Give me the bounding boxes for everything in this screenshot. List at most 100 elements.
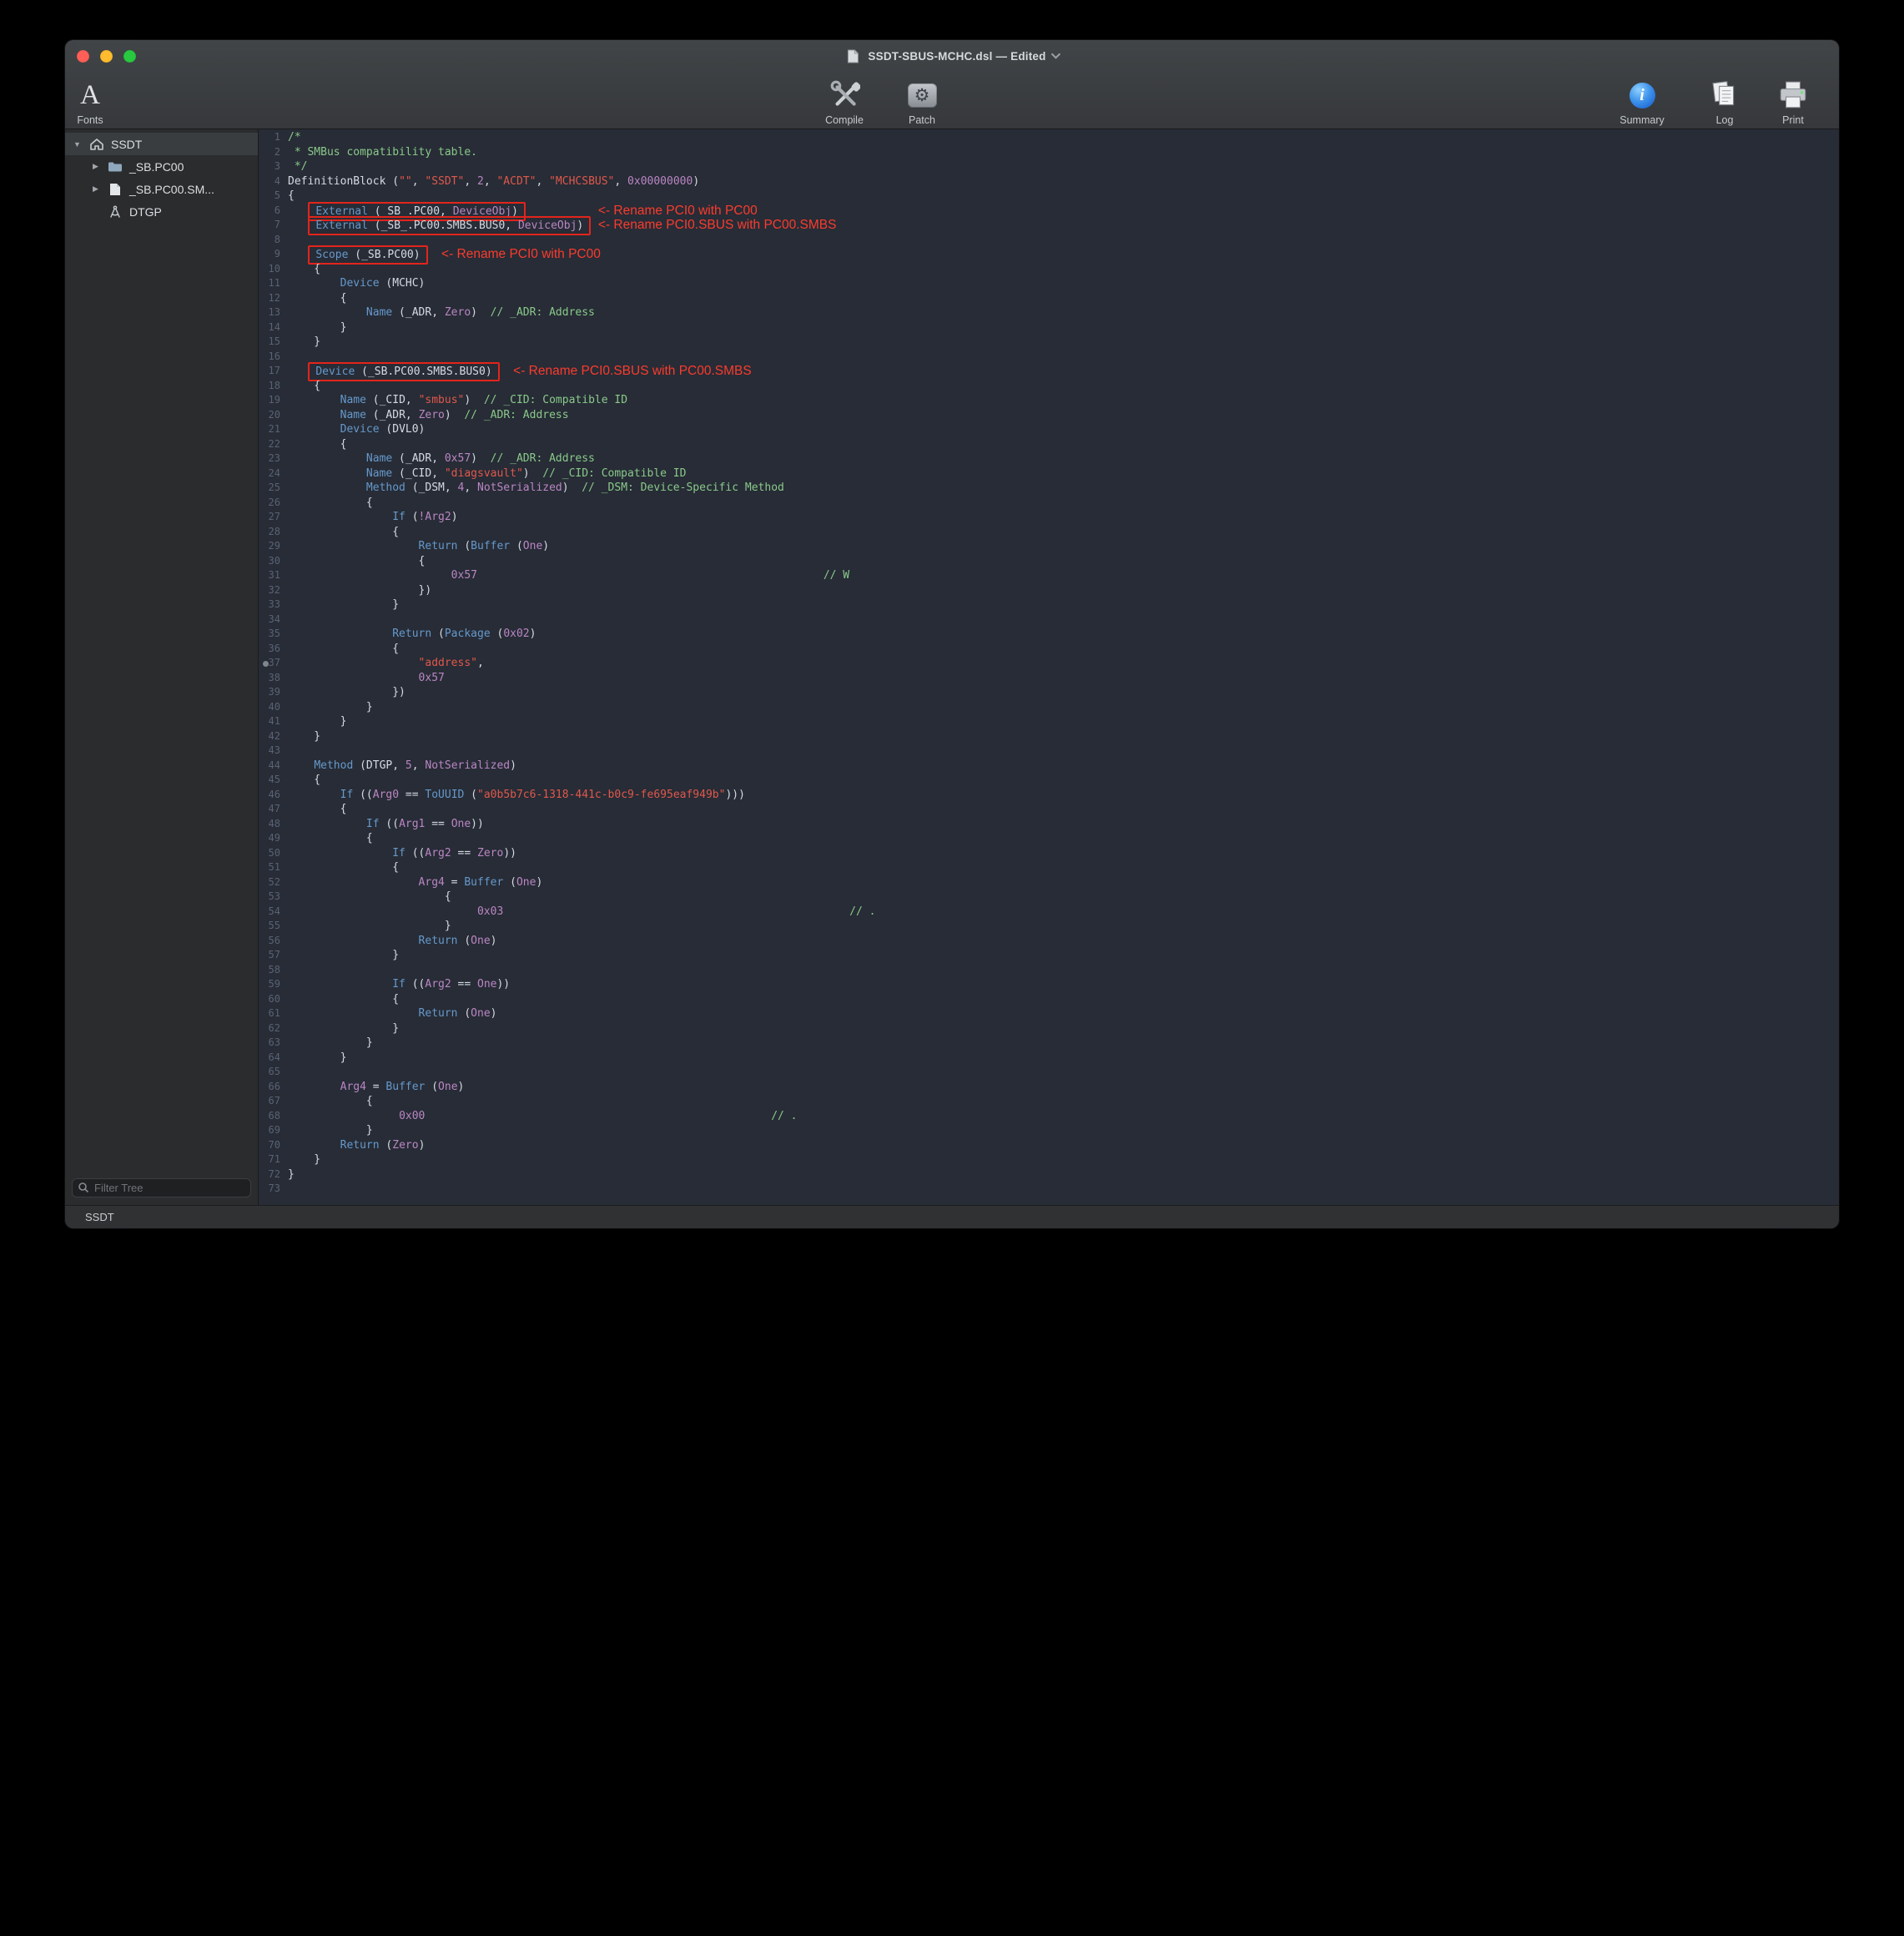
line-number: 72 xyxy=(259,1167,288,1182)
line-number: 65 xyxy=(259,1065,288,1080)
code-line: 22 { xyxy=(259,437,1839,452)
code-line: 71 } xyxy=(259,1152,1839,1167)
code-line: 43 xyxy=(259,744,1839,759)
line-number: 18 xyxy=(259,379,288,394)
code-line: 49 { xyxy=(259,831,1839,846)
code-line: 38 0x57 xyxy=(259,671,1839,686)
close-button[interactable] xyxy=(77,50,89,63)
sidebar-item-sb-pc00[interactable]: ▶ _SB.PC00 xyxy=(65,155,258,178)
line-number: 30 xyxy=(259,554,288,569)
line-number: 20 xyxy=(259,408,288,423)
code-line: 47 { xyxy=(259,802,1839,817)
line-number: 7 xyxy=(259,218,288,233)
code-line: 28 { xyxy=(259,525,1839,540)
zoom-button[interactable] xyxy=(123,50,136,63)
toolbar-compile-button[interactable]: Compile xyxy=(809,74,879,126)
code-line: 58 xyxy=(259,963,1839,978)
disclosure-collapsed-icon[interactable]: ▶ xyxy=(90,184,101,194)
line-number: 22 xyxy=(259,437,288,452)
code-line: 2 * SMBus compatibility table. xyxy=(259,145,1839,160)
minimize-button[interactable] xyxy=(100,50,113,63)
code-line: 41 } xyxy=(259,714,1839,729)
toolbar-patch-button[interactable]: ⚙ Patch xyxy=(887,74,957,126)
patch-gear-icon: ⚙ xyxy=(908,83,937,108)
line-number: 70 xyxy=(259,1138,288,1153)
code-line: 29 Return (Buffer (One) xyxy=(259,539,1839,554)
line-number: 2 xyxy=(259,145,288,160)
toolbar-summary-button[interactable]: i Summary xyxy=(1607,74,1677,126)
line-number: 50 xyxy=(259,846,288,861)
tree-item-label: _SB.PC00 xyxy=(129,160,184,174)
line-number: 35 xyxy=(259,627,288,642)
line-number: 67 xyxy=(259,1094,288,1109)
folder-icon xyxy=(107,161,123,173)
code-line: 64 } xyxy=(259,1051,1839,1066)
sidebar-item-ssdt[interactable]: ▼ SSDT xyxy=(65,133,258,155)
window-header: SSDT-SBUS-MCHC.dsl — Edited A Fonts C xyxy=(65,40,1839,129)
code-line: 24 Name (_CID, "diagsvault") // _CID: Co… xyxy=(259,466,1839,481)
code-line: 63 } xyxy=(259,1036,1839,1051)
tree-item-label: SSDT xyxy=(111,138,142,151)
line-number: 28 xyxy=(259,525,288,540)
info-icon: i xyxy=(1629,83,1655,108)
code-line: 8 xyxy=(259,233,1839,248)
search-icon xyxy=(78,1182,89,1197)
sidebar: ▼ SSDT ▶ _SB.PC00 ▶ xyxy=(65,129,259,1205)
code-line: 23 Name (_ADR, 0x57) // _ADR: Address xyxy=(259,451,1839,466)
maciasl-window: SSDT-SBUS-MCHC.dsl — Edited A Fonts C xyxy=(65,40,1839,1228)
gutter-marker-dot[interactable] xyxy=(263,661,269,667)
tree-item-label: _SB.PC00.SM... xyxy=(129,183,214,196)
code-line: 55 } xyxy=(259,919,1839,934)
line-number: 61 xyxy=(259,1006,288,1021)
ssdt-tree: ▼ SSDT ▶ _SB.PC00 ▶ xyxy=(65,133,258,1173)
line-number: 21 xyxy=(259,422,288,437)
method-compass-icon xyxy=(107,205,123,219)
disclosure-expanded-icon[interactable]: ▼ xyxy=(72,140,83,149)
code-line: 44 Method (DTGP, 5, NotSerialized) xyxy=(259,759,1839,774)
line-number: 47 xyxy=(259,802,288,817)
line-number: 3 xyxy=(259,159,288,174)
code-line: 51 { xyxy=(259,860,1839,875)
line-number: 46 xyxy=(259,788,288,803)
line-number: 25 xyxy=(259,481,288,496)
toolbar-print-button[interactable]: Print xyxy=(1758,74,1828,126)
line-number: 51 xyxy=(259,860,288,875)
line-number: 71 xyxy=(259,1152,288,1167)
code-line: 73 xyxy=(259,1182,1839,1197)
toolbar: A Fonts Compile ⚙ Patch i xyxy=(65,72,1839,129)
code-line: 67 { xyxy=(259,1094,1839,1109)
title-chevron-icon[interactable] xyxy=(1051,49,1060,58)
rename-annotation: <- Rename PCI0.SBUS with PC00.SMBS xyxy=(513,364,752,378)
code-line: 39 }) xyxy=(259,685,1839,700)
code-editor[interactable]: 1/*2 * SMBus compatibility table.3 */4De… xyxy=(259,129,1839,1205)
toolbar-label: Patch xyxy=(909,114,935,126)
line-number: 57 xyxy=(259,948,288,963)
code-line: 57 } xyxy=(259,948,1839,963)
code-line: 45 { xyxy=(259,773,1839,788)
code-line: 33 } xyxy=(259,597,1839,613)
line-number: 16 xyxy=(259,350,288,365)
code-line: 30 { xyxy=(259,554,1839,569)
filter-tree-input[interactable] xyxy=(72,1178,251,1197)
code-line: 48 If ((Arg1 == One)) xyxy=(259,817,1839,832)
line-number: 45 xyxy=(259,773,288,788)
line-number: 33 xyxy=(259,597,288,613)
line-number: 59 xyxy=(259,977,288,992)
main-content: ▼ SSDT ▶ _SB.PC00 ▶ xyxy=(65,129,1839,1205)
disclosure-collapsed-icon[interactable]: ▶ xyxy=(90,162,101,171)
code-line: 9 Scope (_SB.PC00) <- Rename PCI0 with P… xyxy=(259,247,1839,262)
sidebar-item-sb-pc00-sm[interactable]: ▶ _SB.PC00.SM... xyxy=(65,178,258,200)
rename-annotation: <- Rename PCI0 with PC00 xyxy=(598,204,758,218)
line-number: 23 xyxy=(259,451,288,466)
toolbar-fonts-button[interactable]: A Fonts xyxy=(65,74,125,126)
sidebar-item-dtgp[interactable]: ▶ DTGP xyxy=(65,200,258,223)
code-line: 62 } xyxy=(259,1021,1839,1036)
code-line: 69 } xyxy=(259,1123,1839,1138)
line-number: 24 xyxy=(259,466,288,481)
line-number: 31 xyxy=(259,568,288,583)
code-line: 11 Device (MCHC) xyxy=(259,276,1839,291)
toolbar-log-button[interactable]: Log xyxy=(1690,74,1760,126)
line-number: 12 xyxy=(259,291,288,306)
code-line: 35 Return (Package (0x02) xyxy=(259,627,1839,642)
code-line: 18 { xyxy=(259,379,1839,394)
